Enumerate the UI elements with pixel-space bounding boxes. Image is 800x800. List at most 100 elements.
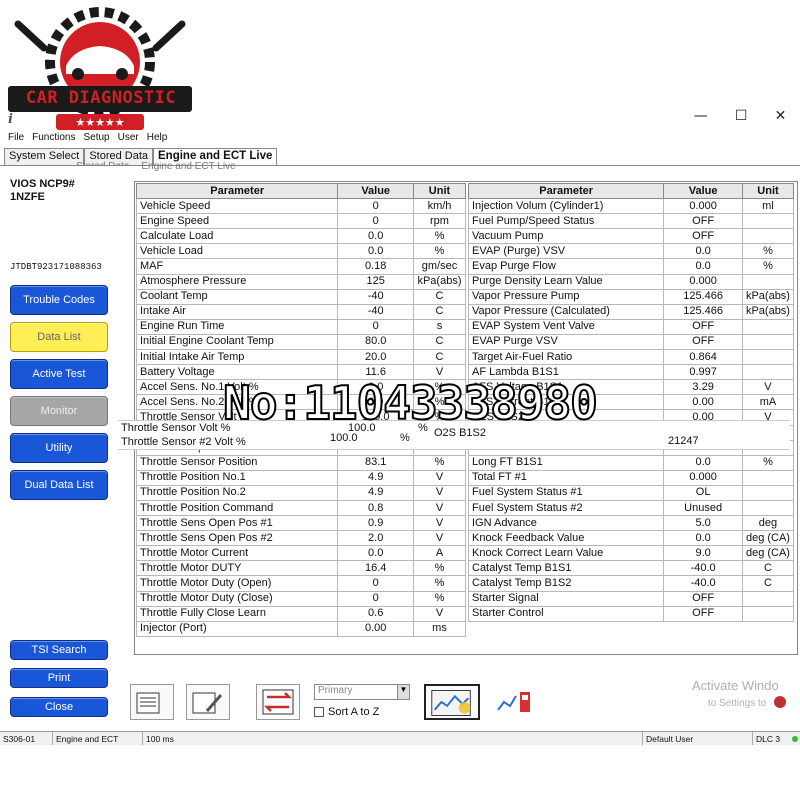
table-row[interactable]: Initial Engine Coolant Temp 80.0 C [135, 333, 467, 351]
parameter-cell: Vehicle Load [135, 243, 339, 260]
unit-cell: V [412, 515, 467, 532]
table-row[interactable]: Throttle Position No.2 4.9 V [135, 484, 467, 501]
table-row[interactable]: Throttle Sens Open Pos #1 0.9 V [135, 515, 467, 532]
swap-arrows-icon [262, 689, 294, 715]
header-value[interactable]: Value [663, 182, 743, 200]
trouble-codes-button[interactable]: Trouble Codes [10, 285, 108, 315]
sort-label: Sort A to Z [328, 706, 380, 718]
table-row[interactable]: Fuel System Status #2 Unused [467, 499, 795, 517]
chevron-down-icon[interactable]: ▼ [397, 685, 409, 699]
unit-cell: gm/sec [412, 258, 467, 275]
header-unit[interactable]: Unit [412, 182, 467, 200]
dual-data-list-button[interactable]: Dual Data List [10, 470, 108, 500]
graph-mode-select[interactable]: Primary ▼ [314, 684, 410, 700]
fuel-graph-button[interactable] [494, 684, 538, 720]
table-row[interactable]: Engine Speed 0 rpm [135, 213, 467, 230]
table-row[interactable]: Catalyst Temp B1S1 -40.0 C [467, 560, 795, 577]
close-window-button[interactable]: ✕ [775, 108, 787, 128]
table-row[interactable]: Evap Purge Flow 0.0% [467, 258, 795, 275]
swap-data-button[interactable] [256, 684, 300, 720]
menu-functions[interactable]: Functions [32, 132, 75, 146]
table-row[interactable]: IGN Advance 5.0 deg [467, 515, 795, 532]
tab-system-select[interactable]: System Select [4, 148, 85, 165]
table-row[interactable]: Knock Feedback Value 0.0 deg (CA) [467, 530, 795, 547]
table-row[interactable]: Calculate Load 0.0% [135, 228, 467, 245]
table-row[interactable]: Vapor Pressure (Calculated) 125.466 kPa(ab… [467, 303, 795, 320]
parameter-cell: Initial Engine Coolant Temp [135, 333, 339, 351]
header-parameter[interactable]: Parameter [135, 182, 339, 200]
table-row[interactable]: Throttle Sens Open Pos #2 2.0 V [135, 530, 467, 547]
value-cell: 125.466 [663, 288, 743, 305]
table-row[interactable]: Throttle Position Command 0.8 V [135, 499, 467, 517]
table-row[interactable]: EVAP System Vent Valve OFF [467, 318, 795, 335]
table-row[interactable]: Fuel System Status #1 OL [467, 484, 795, 501]
table-row[interactable]: EVAP (Purge) VSV 0.0% [467, 243, 795, 260]
table-row[interactable]: Purge Density Learn Value 0.000 [467, 273, 795, 290]
table-row[interactable]: Fuel Pump/Speed Status OFF [467, 213, 795, 230]
monitor-button[interactable]: Monitor [10, 396, 108, 426]
table-row[interactable]: Vehicle Speed 0 km/h [135, 198, 467, 215]
table-row[interactable]: Vacuum Pump OFF [467, 228, 795, 245]
print-button[interactable]: Print [10, 668, 108, 688]
table-row[interactable]: Injector (Port) 0.00 ms [135, 620, 467, 637]
unit-cell: V [412, 484, 467, 501]
sort-a-to-z-checkbox[interactable]: Sort A to Z [314, 706, 379, 718]
tsi-search-button[interactable]: TSI Search [10, 640, 108, 660]
table-row[interactable]: Coolant Temp -40 C [135, 288, 467, 305]
table-row[interactable]: Starter Signal OFF [467, 590, 795, 607]
table-row[interactable]: MAF 0.18 gm/sec [135, 258, 467, 275]
table-row[interactable]: Throttle Motor DUTY 16.4% [135, 560, 467, 577]
value-cell: 0.0 [663, 530, 743, 547]
table-row[interactable]: Engine Run Time 0 s [135, 318, 467, 335]
table-row[interactable]: Knock Correct Learn Value 9.0 deg (CA) [467, 545, 795, 562]
record-icon[interactable] [774, 696, 786, 708]
table-row[interactable]: Catalyst Temp B1S2 -40.0 C [467, 575, 795, 592]
table-row[interactable]: Vehicle Load 0.0% [135, 243, 467, 260]
parameter-cell: Throttle Motor Duty (Open) [135, 575, 339, 592]
unit-cell: C [412, 333, 467, 351]
table-row[interactable]: Injection Volum (Cylinder1) 0.000 ml [467, 198, 795, 215]
value-cell: -40.0 [663, 575, 743, 592]
active-test-button[interactable]: Active Test [10, 359, 108, 389]
parameter-cell: Throttle Motor Duty (Close) [135, 590, 339, 607]
table-row[interactable]: Long FT B1S1 0.0% [467, 454, 795, 471]
menu-setup[interactable]: Setup [83, 132, 109, 146]
table-row[interactable]: Total FT #1 0.000 [467, 469, 795, 486]
table-row[interactable]: Intake Air -40 C [135, 303, 467, 320]
table-row[interactable]: Vapor Pressure Pump 125.466 kPa(abs) [467, 288, 795, 305]
menu-user[interactable]: User [118, 132, 139, 146]
checkbox-box[interactable] [314, 707, 324, 717]
value-cell: 0.0 [663, 243, 743, 260]
edit-list-button[interactable] [186, 684, 230, 720]
utility-button[interactable]: Utility [10, 433, 108, 463]
table-row[interactable]: Atmosphere Pressure 125 kPa(abs) [135, 273, 467, 290]
unit-cell: s [412, 318, 467, 335]
minimize-button[interactable]: — [694, 108, 708, 128]
header-parameter[interactable]: Parameter [467, 182, 665, 200]
table-row[interactable]: Throttle Motor Duty (Open) 0% [135, 575, 467, 592]
table-row[interactable]: Throttle Sensor Position 83.1% [135, 454, 467, 471]
table-row[interactable]: Throttle Position No.1 4.9 V [135, 469, 467, 486]
unit-cell: C [741, 575, 795, 592]
graph-view-button[interactable] [424, 684, 480, 720]
menu-help[interactable]: Help [147, 132, 168, 146]
table-row[interactable]: Starter Control OFF [467, 605, 795, 622]
header-unit[interactable]: Unit [741, 182, 795, 200]
table-row[interactable]: Throttle Fully Close Learn 0.6 V [135, 605, 467, 622]
unit-cell: V [741, 379, 795, 396]
unit-cell: V [412, 530, 467, 547]
status-interval: 100 ms [146, 734, 174, 744]
snapshot-list-button[interactable] [130, 684, 174, 720]
unit-cell [741, 273, 795, 290]
table-row[interactable]: EVAP Purge VSV OFF [467, 333, 795, 351]
unit-cell: % [412, 228, 467, 245]
menu-file[interactable]: File [8, 132, 24, 146]
maximize-button[interactable]: ☐ [735, 108, 748, 128]
table-row[interactable]: Throttle Motor Current 0.0 A [135, 545, 467, 562]
close-button[interactable]: Close [10, 697, 108, 717]
header-value[interactable]: Value [337, 182, 414, 200]
data-list-button[interactable]: Data List [10, 322, 108, 352]
value-cell: 125 [337, 273, 414, 290]
value-cell: 0.0 [337, 243, 414, 260]
table-row[interactable]: Throttle Motor Duty (Close) 0% [135, 590, 467, 607]
